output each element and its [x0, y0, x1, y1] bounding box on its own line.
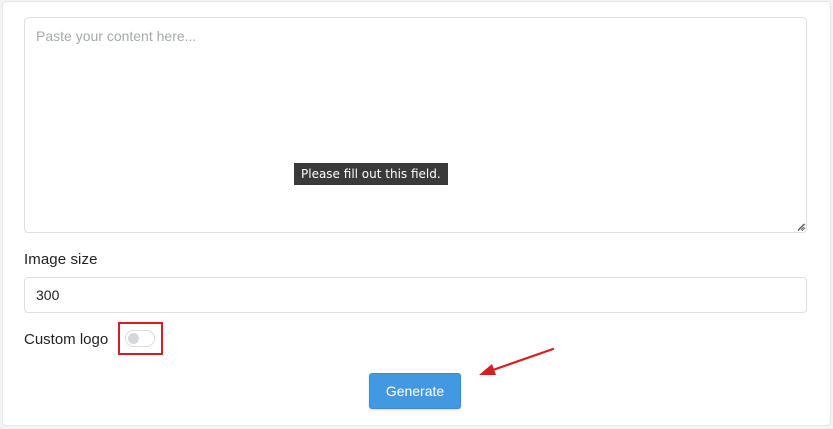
validation-tooltip: Please fill out this field.	[294, 163, 448, 185]
custom-logo-label: Custom logo	[24, 331, 109, 348]
image-size-label: Image size	[24, 251, 98, 268]
image-size-input[interactable]	[24, 277, 807, 313]
content-textarea[interactable]	[24, 17, 807, 233]
content-textarea-wrapper	[24, 17, 807, 233]
toggle-knob	[128, 333, 139, 344]
resize-grip-icon[interactable]	[797, 223, 805, 231]
generate-button[interactable]: Generate	[369, 373, 461, 409]
custom-logo-toggle[interactable]	[125, 330, 155, 347]
annotation-arrow-icon	[479, 347, 555, 375]
